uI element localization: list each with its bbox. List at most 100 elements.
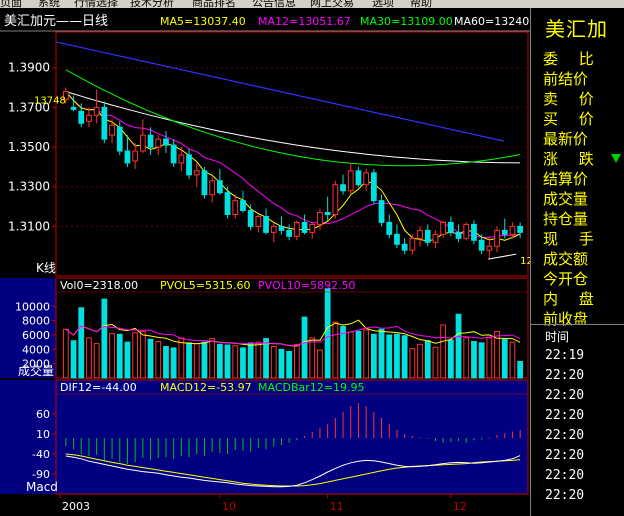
menu-item-7[interactable]: 选项: [372, 0, 394, 8]
vol-legend-1: PVOL5=5315.60: [160, 279, 250, 292]
macd-label: Macd: [26, 480, 58, 494]
menu-bar: 页面 系统 行情选择 技术分析 商品排名 公告信息 网上交易 选项 帮助: [0, 0, 624, 8]
vol-bar-23: [240, 347, 246, 379]
vol-bar-12: [155, 340, 162, 379]
tick-time-4: 22:20: [545, 428, 585, 443]
vol-bar-39: [363, 329, 370, 379]
vol-bar-7: [116, 333, 123, 379]
candlestick-chart[interactable]: 1.39001.37001.35001.33001.31001374812927…: [0, 8, 530, 516]
candle-body-5: [101, 106, 108, 140]
candle-body-22: [232, 200, 239, 216]
menu-item-0[interactable]: 页面: [0, 0, 22, 8]
vol-legend-0: Vol0=2318.00: [60, 279, 138, 292]
candle-body-27: [270, 225, 277, 233]
vol-bar-33: [317, 349, 323, 379]
vol-bar-27: [270, 345, 277, 379]
candle-body-46: [417, 229, 423, 239]
vol-bar-58: [509, 341, 516, 379]
vol-bar-31: [301, 316, 308, 379]
vol-bar-32: [309, 337, 316, 379]
candle-body-28: [278, 225, 285, 231]
quote-row-8: 持仓量: [543, 210, 589, 228]
candle-body-1: [70, 106, 77, 110]
quote-row-11: 今开仓: [543, 270, 589, 288]
candle-body-31: [301, 221, 308, 233]
vol-bar-0: [62, 328, 69, 379]
candle-body-8: [124, 150, 131, 164]
vol-bar-53: [471, 340, 477, 379]
vol-bar-21: [224, 344, 231, 379]
candle-body-37: [347, 170, 354, 192]
vol-bar-54: [478, 342, 485, 379]
candle-body-59: [517, 225, 524, 233]
macd-legend-2: MACDBar12=19.95: [258, 381, 365, 394]
candle-body-24: [247, 210, 254, 227]
menu-item-4[interactable]: 商品排名: [192, 0, 236, 8]
vol-bar-16: [186, 342, 192, 379]
down-arrow-icon: [611, 154, 621, 163]
vol-bar-45: [409, 348, 416, 379]
tick-time-7: 22:20: [545, 488, 585, 503]
vol-bar-17: [193, 343, 200, 379]
candle-body-13: [163, 138, 169, 146]
candle-body-12: [155, 138, 162, 148]
vol-bar-25: [255, 341, 262, 379]
candle-body-19: [209, 180, 216, 196]
candle-body-44: [401, 243, 408, 251]
instrument-title: 美汇加: [545, 17, 608, 41]
vol-bar-6: [109, 333, 115, 379]
vol-bar-8: [124, 341, 131, 379]
candle-body-43: [394, 233, 400, 245]
quote-row-3: 买 价: [543, 110, 602, 128]
quote-row-9: 现 手: [543, 230, 602, 248]
menu-item-1[interactable]: 系统: [38, 0, 60, 8]
candle-body-49: [440, 221, 447, 235]
vol-bar-28: [278, 348, 285, 379]
candle-body-33: [317, 212, 323, 225]
candle-body-54: [478, 239, 485, 251]
vol-bar-44: [401, 335, 408, 379]
menu-item-5[interactable]: 公告信息: [252, 0, 296, 8]
vol-bar-11: [147, 338, 154, 379]
candle-body-21: [224, 192, 231, 216]
menu-item-8[interactable]: 帮助: [410, 0, 432, 8]
ma-legend-1: MA12=13051.67: [258, 15, 351, 28]
ma-legend-0: MA5=13037.40: [160, 15, 246, 28]
x-tick-label-1: 10: [222, 500, 236, 513]
candle-body-14: [170, 144, 177, 164]
vol-bar-57: [501, 338, 508, 379]
price-tick-label-4: 1.3100: [8, 219, 50, 233]
candle-body-9: [132, 150, 139, 162]
ma-legend-2: MA30=13109.00: [360, 15, 453, 28]
menu-item-3[interactable]: 技术分析: [130, 0, 174, 8]
quote-row-13: 前收盘: [543, 310, 589, 328]
vol-bar-5: [101, 298, 108, 379]
candle-body-7: [116, 126, 123, 152]
vol-bar-3: [86, 337, 92, 379]
candle-body-58: [509, 225, 516, 235]
vol-bar-15: [178, 337, 185, 379]
vol-bar-9: [132, 332, 139, 379]
menu-item-2[interactable]: 行情选择: [74, 0, 118, 8]
candle-body-29: [286, 229, 293, 237]
vol-bar-1: [70, 340, 77, 379]
candle-body-23: [240, 200, 246, 212]
time-header: 时间: [545, 330, 570, 344]
candle-body-35: [332, 184, 339, 216]
vol-tick-label-2: 6000: [22, 329, 50, 342]
vol-tick-label-3: 4000: [22, 343, 50, 356]
quote-row-12: 内 盘: [543, 290, 602, 308]
candle-body-55: [486, 245, 493, 251]
vol-bar-10: [139, 330, 146, 379]
candle-body-2: [78, 110, 85, 124]
quote-panel: 美汇加 委 比前结价卖 价买 价最新价涨 跌结算价 成交量 持仓量现 手成交额 今开仓…: [530, 8, 624, 516]
tick-time-6: 22:20: [545, 468, 585, 483]
vol-bar-55: [486, 337, 493, 379]
candle-body-48: [432, 233, 439, 243]
vol-bar-51: [455, 313, 462, 379]
candle-body-32: [309, 223, 316, 233]
vol-bar-48: [432, 346, 439, 379]
chart-area: 1.39001.37001.35001.33001.31001374812927…: [0, 8, 530, 516]
candle-body-4: [93, 106, 100, 116]
menu-item-6[interactable]: 网上交易: [310, 0, 354, 8]
